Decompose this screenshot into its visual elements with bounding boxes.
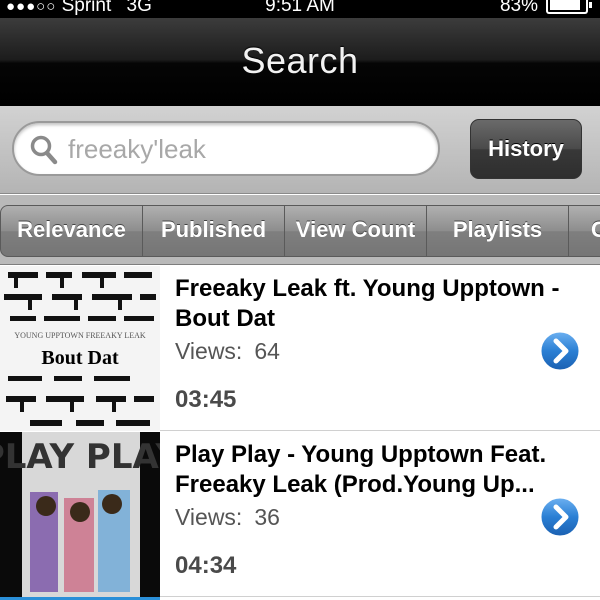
views-label: Views: bbox=[175, 504, 243, 530]
tab-relevance[interactable]: Relevance bbox=[0, 205, 143, 257]
thumbnail-title: PLAY PLAY bbox=[0, 437, 160, 477]
history-button[interactable]: History bbox=[470, 119, 582, 179]
tab-playlists[interactable]: Playlists bbox=[426, 205, 569, 257]
thumbnail-caption: YOUNG UPPTOWN FREEAKY LEAK bbox=[14, 331, 146, 340]
battery-percent: 83% bbox=[499, 0, 538, 16]
video-title: Freeaky Leak ft. Young Upptown - Bout Da… bbox=[175, 275, 560, 332]
search-bar: freeaky'leak History bbox=[0, 106, 600, 194]
video-duration: 03:45 bbox=[175, 386, 237, 413]
video-thumbnail: YOUNG UPPTOWN FREEAKY LEAK Bout Dat bbox=[0, 266, 160, 431]
list-item[interactable]: PLAY PLAY Play Play - Young Upptown Feat… bbox=[0, 432, 600, 597]
battery-tip bbox=[589, 2, 592, 8]
page-title: Search bbox=[241, 40, 359, 81]
tab-view-count[interactable]: View Count bbox=[284, 205, 427, 257]
thumbnail-title: Bout Dat bbox=[41, 347, 119, 369]
search-query: freeaky'leak bbox=[68, 134, 206, 164]
battery-icon bbox=[546, 0, 592, 14]
status-bar: ●●●○○ Sprint 3G 9:51 AM 83% bbox=[0, 0, 600, 18]
search-icon bbox=[30, 135, 58, 165]
video-title: Play Play - Young Upptown Feat. Freeaky … bbox=[175, 441, 547, 498]
list-item[interactable]: YOUNG UPPTOWN FREEAKY LEAK Bout Dat Free… bbox=[0, 266, 600, 431]
view-count: Views: 36 bbox=[175, 504, 280, 531]
battery-fill bbox=[550, 0, 580, 10]
views-value: 64 bbox=[254, 338, 280, 364]
video-duration: 04:34 bbox=[175, 552, 237, 579]
video-thumbnail: PLAY PLAY bbox=[0, 432, 160, 597]
views-label: Views: bbox=[175, 338, 243, 364]
search-input[interactable]: freeaky'leak bbox=[12, 121, 440, 176]
views-value: 36 bbox=[254, 504, 280, 530]
tab-published[interactable]: Published bbox=[142, 205, 285, 257]
chevron-right-circle-icon[interactable] bbox=[538, 495, 582, 539]
thumbnail-art: PLAY PLAY bbox=[0, 432, 160, 597]
tab-more[interactable]: C bbox=[568, 205, 600, 257]
navigation-bar: Search bbox=[0, 18, 600, 106]
view-count: Views: 64 bbox=[175, 338, 280, 365]
thumbnail-art: YOUNG UPPTOWN FREEAKY LEAK Bout Dat bbox=[0, 266, 160, 431]
sort-segmented-control: Relevance Published View Count Playlists… bbox=[0, 195, 600, 265]
chevron-right-circle-icon[interactable] bbox=[538, 329, 582, 373]
